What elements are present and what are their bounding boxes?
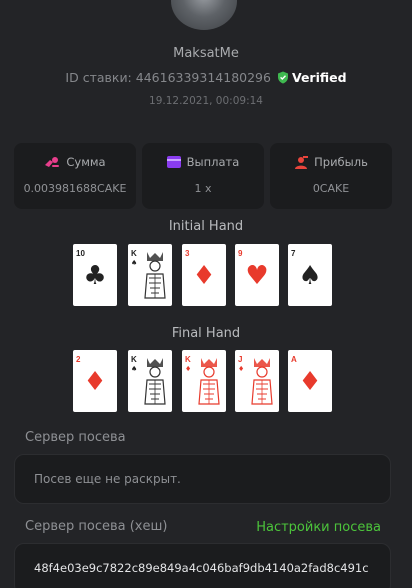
diamonds-icon: ♦ — [192, 261, 216, 291]
stat-amount-value: 0.003981688CAKE — [23, 182, 127, 195]
stat-payout: Выплата 1 x — [142, 143, 264, 209]
diamonds-icon: ♦ — [238, 365, 245, 373]
diamonds-icon: ♦ — [83, 367, 107, 397]
initial-hand-card: K ♠ — [128, 244, 172, 306]
clubs-icon: ♣ — [83, 261, 107, 291]
stat-amount: Сумма 0.003981688CAKE — [14, 143, 136, 209]
bet-id-label: ID ставки: — [65, 70, 132, 85]
final-hand-card: K ♠ — [128, 350, 172, 412]
seed-hash-value: 48f4e03e9c7822c89e849a4c046baf9db4140a2f… — [34, 561, 369, 575]
initial-hand-card: 7 ♠ — [288, 244, 332, 306]
stat-profit-value: 0CAKE — [312, 182, 350, 195]
diamonds-icon: ♦ — [298, 367, 322, 397]
seed-server-value: Посев еще не раскрыт. — [34, 472, 181, 486]
card-rank: 2 — [76, 355, 81, 364]
final-hand-card: J ♦ — [235, 350, 279, 412]
initial-hand-card: 3 ♦ — [182, 244, 226, 306]
bet-id-value: 44616339314180296 — [135, 70, 271, 85]
initial-hand-card: 9 ♥ — [235, 244, 279, 306]
card-rank: A — [291, 355, 297, 364]
shield-check-icon — [277, 71, 288, 84]
seed-hash-field[interactable]: 48f4e03e9c7822c89e849a4c046baf9db4140a2f… — [14, 543, 391, 588]
initial-hand-title: Initial Hand — [168, 219, 244, 234]
card-rank: J — [238, 355, 243, 364]
stat-profit: Прибыль 0CAKE — [270, 143, 392, 209]
card-rank: 9 — [238, 249, 243, 258]
hearts-icon: ♥ — [245, 261, 269, 291]
initial-hand-card: 10 ♣ — [73, 244, 117, 306]
verified-label: Verified — [291, 70, 347, 85]
wallet-icon — [166, 156, 181, 168]
bet-id-row: ID ставки: 44616339314180296 Verified — [0, 70, 412, 85]
spades-icon: ♠ — [131, 259, 138, 267]
seed-server-label: Сервер посева — [25, 430, 126, 445]
card-rank: K — [131, 355, 137, 364]
coins-icon — [45, 156, 60, 167]
final-hand-title: Final Hand — [171, 326, 241, 341]
user-profit-icon — [295, 155, 309, 169]
seed-server-field[interactable]: Посев еще не раскрыт. — [14, 454, 391, 504]
card-rank: 3 — [185, 249, 190, 258]
card-rank: K — [131, 249, 137, 258]
stat-amount-label: Сумма — [66, 155, 106, 169]
card-rank: 7 — [291, 249, 296, 258]
stat-profit-label: Прибыль — [314, 155, 368, 169]
bet-date: 19.12.2021, 00:09:14 — [149, 95, 263, 107]
card-rank: 10 — [76, 249, 85, 258]
verified-badge: Verified — [277, 70, 347, 85]
card-rank: K — [185, 355, 191, 364]
final-hand-card: 2 ♦ — [73, 350, 117, 412]
seed-hash-label: Сервер посева (хеш) — [25, 519, 168, 534]
stat-payout-value: 1 x — [194, 182, 212, 195]
spades-icon: ♠ — [131, 365, 138, 373]
final-hand-card: K ♦ — [182, 350, 226, 412]
username: MaksatMe — [173, 46, 239, 61]
spades-icon: ♠ — [298, 261, 322, 291]
stat-payout-label: Выплата — [186, 155, 240, 169]
avatar — [171, 0, 237, 30]
seed-settings-link[interactable]: Настройки посева — [256, 520, 381, 535]
final-hand-card: A ♦ — [288, 350, 332, 412]
diamonds-icon: ♦ — [185, 365, 192, 373]
